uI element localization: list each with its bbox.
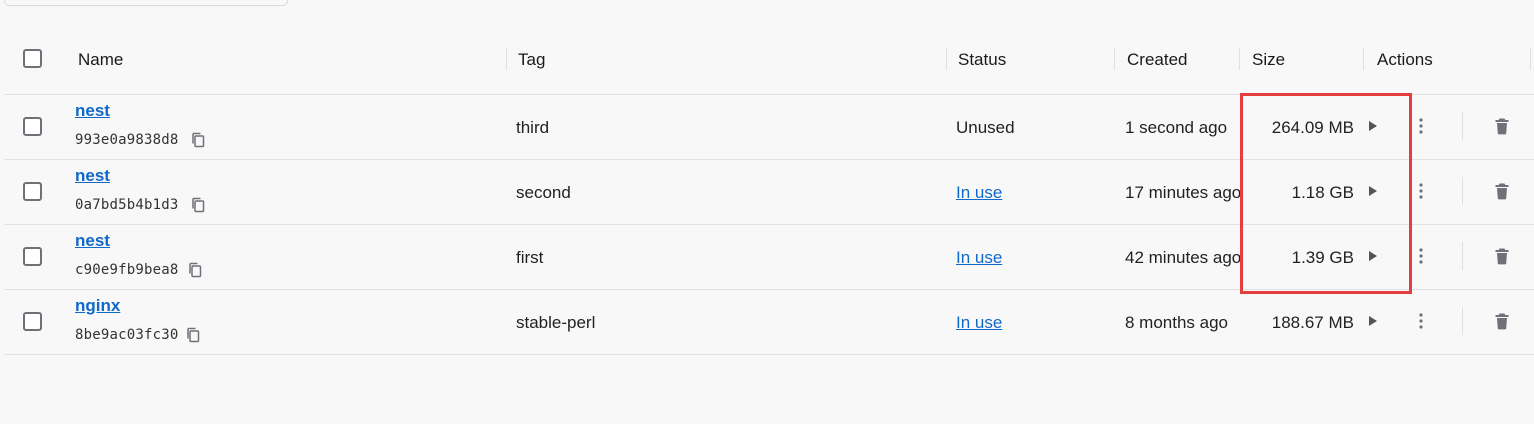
column-header-status[interactable]: Status (958, 50, 1006, 70)
images-table: Name Tag Status Created Size Actions nes… (4, 26, 1534, 355)
image-name-link[interactable]: nginx (75, 296, 120, 316)
image-created: 8 months ago (1125, 313, 1229, 332)
image-id: c90e9fb9bea8 (75, 262, 179, 278)
image-tag: stable-perl (516, 313, 596, 332)
image-size: 264.09 MB (1271, 118, 1354, 137)
row-checkbox[interactable] (23, 312, 42, 331)
table-row[interactable]: nest 0a7bd5b4b1d3 second In use 17 minut… (4, 160, 1534, 225)
table-row[interactable]: nginx 8be9ac03fc30 stable-perl In use 8 … (4, 290, 1534, 355)
image-size: 1.18 GB (1291, 183, 1354, 202)
column-divider[interactable] (506, 48, 507, 70)
column-divider[interactable] (1239, 48, 1240, 70)
more-vertical-icon[interactable] (1413, 180, 1429, 202)
image-id: 8be9ac03fc30 (75, 327, 179, 343)
copy-icon[interactable] (188, 262, 202, 278)
column-divider[interactable] (946, 48, 947, 70)
action-divider (1462, 242, 1463, 270)
image-tag: first (516, 248, 544, 267)
copy-icon[interactable] (191, 197, 205, 213)
trash-icon[interactable] (1494, 247, 1510, 265)
action-divider (1462, 177, 1463, 205)
image-name-link[interactable]: nest (75, 101, 110, 121)
action-divider (1462, 112, 1463, 140)
column-divider[interactable] (1114, 48, 1115, 70)
trash-icon[interactable] (1494, 182, 1510, 200)
column-header-tag[interactable]: Tag (518, 50, 545, 70)
action-divider (1462, 307, 1463, 335)
trash-icon[interactable] (1494, 117, 1510, 135)
image-created: 1 second ago (1125, 118, 1228, 137)
image-size: 188.67 MB (1271, 313, 1354, 332)
image-status[interactable]: In use (956, 313, 1002, 333)
copy-icon[interactable] (186, 327, 200, 343)
table-header: Name Tag Status Created Size Actions (4, 26, 1534, 95)
column-divider[interactable] (1530, 48, 1531, 70)
image-size: 1.39 GB (1291, 248, 1354, 267)
table-row[interactable]: nest 993e0a9838d8 third Unused 1 second … (4, 95, 1534, 160)
image-tag: third (516, 118, 550, 137)
column-header-actions: Actions (1377, 50, 1433, 69)
image-status: Unused (956, 118, 1015, 137)
image-id: 0a7bd5b4b1d3 (75, 197, 179, 213)
column-divider[interactable] (1363, 48, 1364, 70)
trash-icon[interactable] (1494, 312, 1510, 330)
image-created: 42 minutes ago (1125, 248, 1242, 267)
column-header-created[interactable]: Created (1127, 50, 1187, 70)
image-status[interactable]: In use (956, 183, 1002, 203)
image-name-link[interactable]: nest (75, 231, 110, 251)
row-checkbox[interactable] (23, 247, 42, 266)
image-name-link[interactable]: nest (75, 166, 110, 186)
more-vertical-icon[interactable] (1413, 245, 1429, 267)
play-icon[interactable] (1366, 312, 1380, 330)
column-header-size[interactable]: Size (1252, 50, 1285, 70)
image-created: 17 minutes ago (1125, 183, 1242, 202)
image-status[interactable]: In use (956, 248, 1002, 268)
table-body: nest 993e0a9838d8 third Unused 1 second … (4, 95, 1534, 355)
row-checkbox[interactable] (23, 117, 42, 136)
play-icon[interactable] (1366, 247, 1380, 265)
column-header-name[interactable]: Name (78, 50, 123, 70)
select-all-checkbox[interactable] (23, 49, 42, 68)
table-row[interactable]: nest c90e9fb9bea8 first In use 42 minute… (4, 225, 1534, 290)
image-tag: second (516, 183, 571, 202)
copy-icon[interactable] (191, 132, 205, 148)
more-vertical-icon[interactable] (1413, 115, 1429, 137)
play-icon[interactable] (1366, 182, 1380, 200)
play-icon[interactable] (1366, 117, 1380, 135)
image-id: 993e0a9838d8 (75, 132, 179, 148)
more-vertical-icon[interactable] (1413, 310, 1429, 332)
search-field-edge[interactable] (4, 0, 288, 6)
row-checkbox[interactable] (23, 182, 42, 201)
